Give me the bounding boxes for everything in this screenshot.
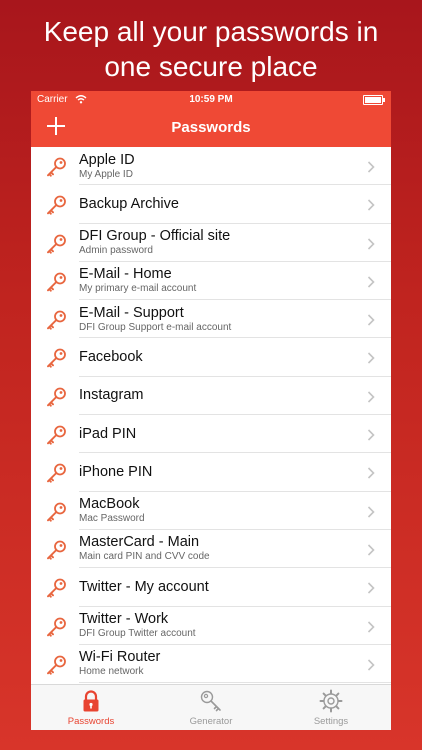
key-icon: [45, 310, 67, 330]
nav-title: Passwords: [171, 119, 251, 136]
list-item-title: E-Mail - Home: [79, 266, 172, 283]
chevron-right-icon: [367, 543, 375, 556]
list-item-subtitle: Mac Password: [79, 513, 145, 525]
promo-headline-line1: Keep all your passwords in: [43, 16, 379, 47]
battery-icon: [363, 95, 385, 105]
tab-generator-label: Generator: [189, 716, 233, 727]
list-item-title: Twitter - Work: [79, 611, 169, 628]
list-item[interactable]: MacBook Mac Password: [31, 492, 391, 531]
list-item[interactable]: Twitter - Work DFI Group Twitter account: [31, 607, 391, 646]
list-item[interactable]: Twitter - My account: [31, 568, 391, 607]
nav-bar: Passwords: [31, 109, 391, 147]
chevron-right-icon: [367, 581, 375, 594]
list-item-subtitle: DFI Group Twitter account: [79, 628, 196, 640]
list-item-subtitle: My primary e-mail account: [79, 283, 197, 295]
list-item-subtitle: Main card PIN and CVV code: [79, 551, 210, 563]
tab-generator[interactable]: Generator: [151, 685, 271, 730]
lock-icon: [83, 690, 99, 712]
list-item-title: E-Mail - Support: [79, 304, 184, 321]
key-icon: [45, 540, 67, 560]
list-item-title: Backup Archive: [79, 195, 179, 212]
chevron-right-icon: [367, 198, 375, 211]
chevron-right-icon: [367, 658, 375, 671]
list-item-text: E-Mail - Support DFI Group Support e-mail…: [79, 300, 361, 338]
list-item[interactable]: iPad PIN: [31, 415, 391, 454]
chevron-right-icon: [367, 466, 375, 479]
phone-screen: Carrier 10:59 PM Passwords Apple ID My Ap…: [31, 91, 391, 730]
list-item[interactable]: E-Mail - Support DFI Group Support e-mail…: [31, 300, 391, 339]
list-item[interactable]: MasterCard - Main Main card PIN and CVV c…: [31, 530, 391, 569]
list-item-subtitle: DFI Group Support e-mail account: [79, 321, 232, 333]
list-item-text: Facebook: [79, 338, 361, 376]
list-item-text: Backup Archive: [79, 185, 361, 223]
list-item-text: E-Mail - Home My primary e-mail account: [79, 262, 361, 300]
list-item[interactable]: Wi-Fi Router Home network: [31, 645, 391, 684]
key-icon: [45, 234, 67, 254]
key-icon: [45, 272, 67, 292]
list-item-text: Twitter - Work DFI Group Twitter account: [79, 607, 361, 645]
chevron-right-icon: [367, 313, 375, 326]
list-item-subtitle: Home network: [79, 666, 144, 678]
tab-settings-label: Settings: [313, 716, 349, 727]
list-item-text: MacBook Mac Password: [79, 492, 361, 530]
status-bar: Carrier 10:59 PM: [31, 91, 391, 109]
promo-headline-line2: one secure place: [104, 51, 318, 82]
key-icon: [200, 690, 221, 712]
list-item[interactable]: Apple ID My Apple ID: [31, 147, 391, 186]
chevron-right-icon: [367, 428, 375, 441]
password-list: Apple ID My Apple ID Backup Archive DFI Gro…: [31, 147, 391, 685]
chevron-right-icon: [367, 160, 375, 173]
list-item[interactable]: Backup Archive: [31, 185, 391, 224]
list-item-text: Twitter - My account: [79, 568, 361, 606]
list-item-text: Wi-Fi Router Home network: [79, 645, 361, 683]
key-icon: [45, 387, 67, 407]
key-icon: [45, 655, 67, 675]
list-item[interactable]: Instagram: [31, 377, 391, 416]
list-item-text: MasterCard - Main Main card PIN and CVV c…: [79, 530, 361, 568]
list-item-text: DFI Group - Official site Admin password: [79, 224, 361, 262]
list-item-title: MasterCard - Main: [79, 534, 200, 551]
list-item-text: Apple ID My Apple ID: [79, 147, 361, 185]
key-icon: [45, 502, 67, 522]
list-item-text: Instagram: [79, 377, 361, 415]
chevron-right-icon: [367, 390, 375, 403]
chevron-right-icon: [367, 275, 375, 288]
promo-headline: Keep all your passwords in one secure pl…: [0, 14, 422, 84]
list-item[interactable]: iPhone PIN: [31, 453, 391, 492]
list-item-title: Apple ID: [79, 151, 135, 168]
list-item-title: Instagram: [79, 387, 144, 404]
list-item-subtitle: My Apple ID: [79, 168, 133, 180]
gear-icon: [319, 689, 343, 713]
chevron-right-icon: [367, 620, 375, 633]
list-item-text: iPad PIN: [79, 415, 361, 453]
list-item-title: Facebook: [79, 348, 143, 365]
tab-passwords-label: Passwords: [67, 716, 115, 727]
list-item-title: iPad PIN: [79, 425, 137, 442]
chevron-right-icon: [367, 237, 375, 250]
key-icon: [45, 425, 67, 445]
list-item-title: Twitter - My account: [79, 578, 209, 595]
key-icon: [45, 157, 67, 177]
key-icon: [45, 578, 67, 598]
list-item-title: iPhone PIN: [79, 463, 153, 480]
list-item-subtitle: Admin password: [79, 245, 153, 257]
key-icon: [45, 348, 67, 369]
key-icon: [45, 463, 67, 484]
list-item-text: iPhone PIN: [79, 453, 361, 491]
list-item[interactable]: DFI Group - Official site Admin password: [31, 224, 391, 263]
tab-settings[interactable]: Settings: [271, 685, 391, 730]
list-item[interactable]: Facebook: [31, 338, 391, 378]
chevron-right-icon: [367, 505, 375, 518]
status-time: 10:59 PM: [189, 94, 233, 105]
key-icon: [45, 617, 67, 637]
key-icon: [45, 195, 67, 215]
list-item-title: DFI Group - Official site: [79, 228, 231, 245]
chevron-right-icon: [367, 351, 375, 365]
tab-passwords[interactable]: Passwords: [31, 685, 151, 730]
list-item[interactable]: E-Mail - Home My primary e-mail account: [31, 262, 391, 301]
list-item-title: Wi-Fi Router: [79, 649, 161, 666]
list-item-title: MacBook: [79, 496, 140, 513]
tab-bar: Passwords Generator Settings: [31, 684, 391, 730]
